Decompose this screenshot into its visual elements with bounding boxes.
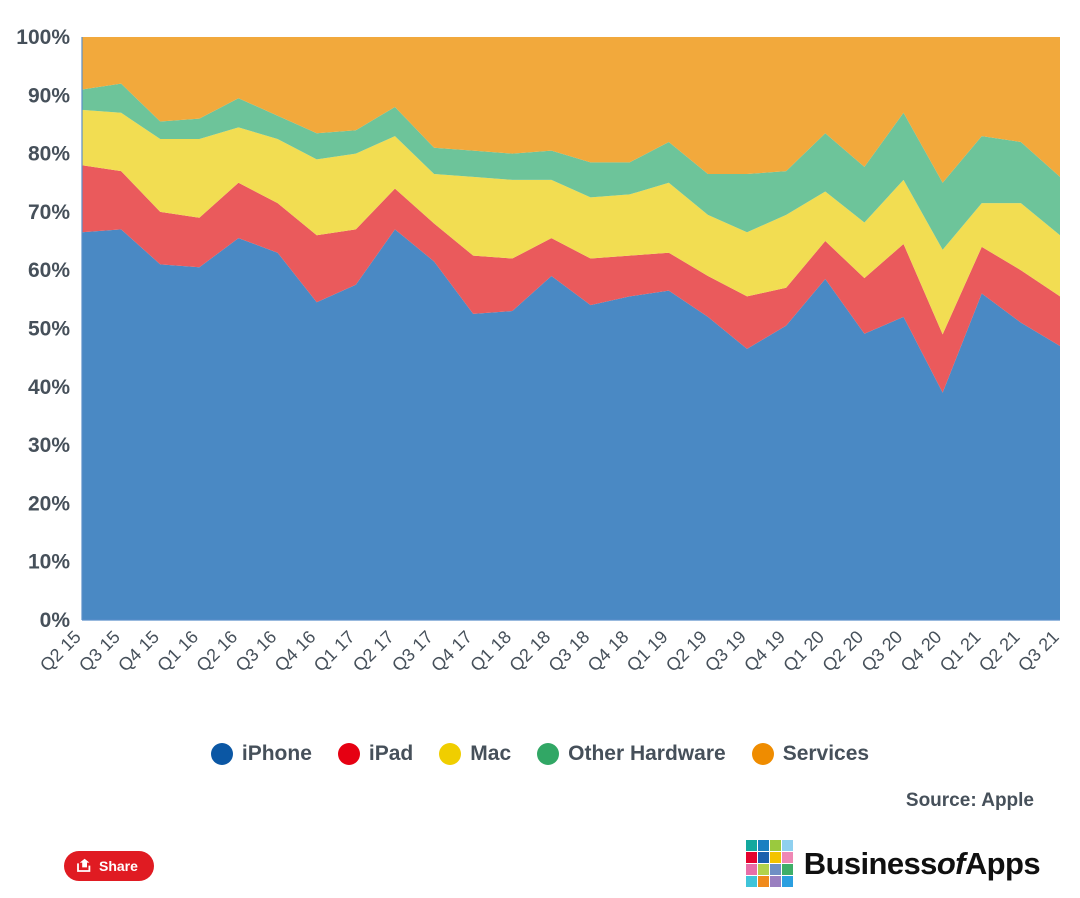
y-axis-ticks: 0% 10% 20% 30% 40% 50% 60% 70% 80% 90% 100%	[16, 26, 70, 632]
y-axis-tick-label: 30%	[28, 434, 70, 457]
legend-item-label: Other Hardware	[568, 742, 726, 765]
brand-word-apps: Apps	[964, 845, 1041, 881]
x-axis-tick-label: Q3 19	[701, 627, 750, 676]
brand-grid-cell	[769, 876, 781, 887]
x-axis-tick-label: Q2 19	[662, 627, 711, 676]
y-axis-tick-label: 50%	[28, 318, 70, 341]
legend-item-mac[interactable]: Mac	[439, 742, 511, 766]
x-axis-tick-label: Q3 21	[1014, 627, 1063, 676]
x-axis-tick-label: Q4 20	[897, 627, 946, 676]
legend-swatch-icon	[751, 743, 774, 765]
legend-item-label: Mac	[470, 742, 512, 765]
y-axis-tick-label: 80%	[28, 143, 70, 166]
brand-grid-icon	[745, 840, 793, 887]
legend-swatch-icon	[439, 743, 462, 765]
y-axis-tick-label: 0%	[40, 609, 71, 632]
brand-grid-cell	[781, 840, 793, 851]
x-axis-tick-label: Q2 16	[192, 627, 241, 676]
x-axis-tick-label: Q2 21	[975, 627, 1024, 676]
brand-grid-cell	[745, 852, 757, 863]
x-axis-tick-label: Q1 17	[310, 627, 359, 676]
brand-grid-cell	[745, 864, 757, 875]
y-axis-tick-label: 40%	[28, 376, 70, 399]
brand-grid-cell	[745, 876, 757, 887]
x-axis-tick-label: Q2 17	[349, 627, 398, 676]
legend-item-label: iPad	[368, 742, 414, 765]
area-series-group	[82, 37, 1060, 620]
x-axis-tick-label: Q4 15	[114, 627, 163, 676]
brand-grid-cell	[781, 864, 793, 875]
legend-item-label: Services	[782, 742, 870, 765]
source-note: Source: Apple	[905, 790, 1034, 811]
legend-item-ipad[interactable]: iPad	[337, 742, 414, 766]
brand-grid-cell	[781, 852, 793, 863]
share-button-label: Share	[99, 858, 138, 874]
stacked-area-chart: 0% 10% 20% 30% 40% 50% 60% 70% 80% 90% 100% Q2 15 Q…	[0, 0, 1080, 898]
x-axis-tick-label: Q4 17	[427, 627, 476, 676]
y-axis-tick-label: 100%	[16, 26, 70, 49]
brand-grid-cell	[781, 876, 793, 887]
brand-wordmark: BusinessofApps	[803, 845, 1041, 882]
x-axis-tick-label: Q3 20	[858, 627, 907, 676]
y-axis-tick-label: 60%	[28, 259, 70, 282]
legend-swatch-icon	[337, 743, 360, 765]
legend-item-other-hardware[interactable]: Other Hardware	[537, 742, 726, 766]
brand-word-of: of	[936, 845, 966, 881]
x-axis-tick-label: Q1 18	[466, 627, 515, 676]
legend-item-services[interactable]: Services	[751, 742, 870, 766]
y-axis-tick-label: 70%	[28, 201, 70, 224]
brand-logo[interactable]: BusinessofApps	[745, 840, 1041, 887]
brand-grid-cell	[757, 852, 769, 863]
share-button[interactable]: Share	[64, 851, 154, 881]
x-axis-tick-label: Q3 15	[75, 627, 124, 676]
y-axis-tick-label: 10%	[28, 551, 70, 574]
x-axis-ticks: Q2 15Q3 15Q4 15Q1 16Q2 16Q3 16Q4 16Q1 17…	[36, 627, 1063, 676]
x-axis-tick-label: Q3 18	[545, 627, 594, 676]
legend-swatch-icon	[537, 743, 560, 765]
y-axis-tick-label: 20%	[28, 492, 70, 515]
x-axis-tick-label: Q4 16	[271, 627, 320, 676]
x-axis-tick-label: Q4 19	[740, 627, 789, 676]
brand-grid-cell	[769, 864, 781, 875]
legend-swatch-icon	[210, 743, 233, 765]
x-axis-tick-label: Q2 18	[505, 627, 554, 676]
x-axis-tick-label: Q1 20	[779, 627, 828, 676]
chart-legend: iPhone iPad Mac Other Hardware Services	[0, 742, 1080, 766]
legend-item-iphone[interactable]: iPhone	[210, 742, 312, 766]
x-axis-tick-label: Q2 20	[818, 627, 867, 676]
legend-item-label: iPhone	[241, 742, 312, 765]
x-axis-tick-label: Q1 19	[623, 627, 672, 676]
y-axis-tick-label: 90%	[28, 84, 70, 107]
brand-word-business: Business	[803, 845, 938, 881]
chart-canvas: 0%10%20%30%40%50%60%70%80%90%100% Q2 15Q…	[16, 26, 1063, 676]
x-axis-tick-label: Q1 21	[936, 627, 985, 676]
brand-grid-cell	[769, 852, 781, 863]
x-axis-tick-label: Q3 16	[232, 627, 281, 676]
x-axis-tick-label: Q3 17	[388, 627, 437, 676]
x-axis-tick-label: Q2 15	[36, 627, 85, 676]
brand-grid-cell	[757, 864, 769, 875]
x-axis-tick-label: Q1 16	[153, 627, 202, 676]
brand-grid-cell	[769, 840, 781, 851]
brand-grid-cell	[757, 876, 769, 887]
brand-grid-cell	[757, 840, 769, 851]
share-icon	[77, 858, 92, 875]
x-axis-tick-label: Q4 18	[584, 627, 633, 676]
brand-grid-cell	[745, 840, 757, 851]
